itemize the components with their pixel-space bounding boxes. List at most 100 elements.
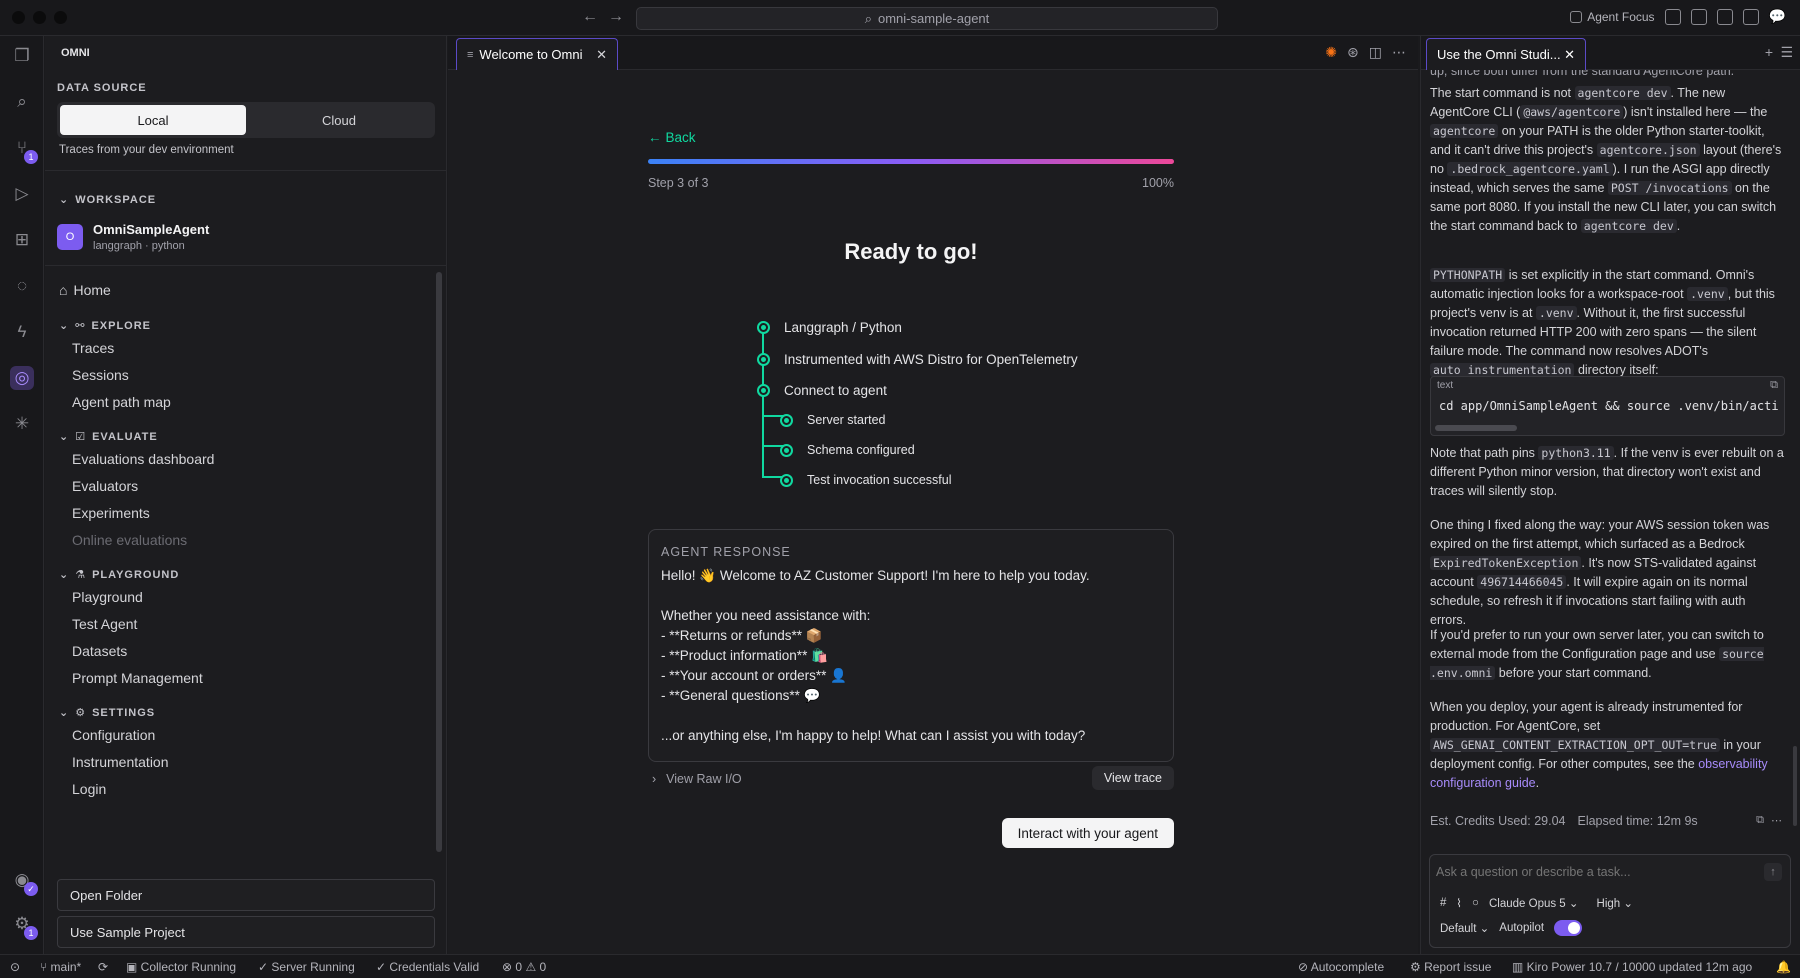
nav-evaluators[interactable]: Evaluators bbox=[72, 478, 138, 494]
sidebar-scrollbar[interactable] bbox=[436, 272, 442, 852]
bell-icon[interactable]: 🔔 bbox=[1776, 960, 1791, 974]
code-scrollbar[interactable] bbox=[1435, 425, 1517, 431]
gear-icon[interactable]: ⚙ 1 bbox=[10, 912, 38, 940]
checklist-step: Langgraph / Python bbox=[757, 320, 902, 335]
interact-agent-button[interactable]: Interact with your agent bbox=[1001, 818, 1174, 848]
nav-test-agent[interactable]: Test Agent bbox=[72, 616, 137, 632]
mode-select[interactable]: Default ⌄ bbox=[1440, 921, 1489, 935]
close-icon[interactable]: ✕ bbox=[596, 47, 607, 63]
home-icon: ⌂ bbox=[59, 282, 68, 298]
step-check-icon bbox=[757, 384, 770, 397]
back-link[interactable]: ← Back bbox=[648, 130, 696, 145]
message-paragraph: PYTHONPATH is set explicitly in the star… bbox=[1430, 268, 1775, 377]
toggle-panel-icon[interactable] bbox=[1716, 8, 1733, 25]
forward-arrow-icon[interactable]: → bbox=[608, 8, 624, 26]
sync-icon[interactable]: ⟳ bbox=[98, 960, 108, 974]
tab-welcome[interactable]: ≡ Welcome to Omni ✕ bbox=[456, 38, 618, 70]
status-bar: ⊙ ⑂ main* ⟳ ▣ Collector Running ✓ Server… bbox=[0, 954, 1800, 978]
nav-evaluations-dashboard[interactable]: Evaluations dashboard bbox=[72, 451, 214, 467]
power-usage[interactable]: ▥ Kiro Power 10.7 / 10000 updated 12m ag… bbox=[1512, 960, 1752, 974]
open-folder-button[interactable]: Open Folder bbox=[57, 879, 435, 911]
evaluate-header[interactable]: ⌄ ☑ EVALUATE bbox=[59, 430, 158, 444]
close-icon[interactable]: ✕ bbox=[1564, 47, 1575, 63]
checklist-substep: Server started bbox=[780, 413, 886, 427]
send-arrow-icon[interactable]: ↑ bbox=[1764, 863, 1782, 881]
model-select[interactable]: Claude Opus 5 ⌄ bbox=[1489, 896, 1579, 910]
nav-experiments[interactable]: Experiments bbox=[72, 505, 150, 521]
toggle-sidebar-icon[interactable] bbox=[1690, 8, 1707, 25]
copy-icon[interactable]: ⧉ bbox=[1770, 379, 1778, 392]
search-icon[interactable]: ⌕ bbox=[10, 90, 34, 114]
ghost-icon[interactable]: ◌ bbox=[10, 274, 34, 298]
extensions-icon[interactable]: ⊞ bbox=[10, 228, 34, 252]
window-close-button[interactable] bbox=[12, 11, 25, 24]
hash-icon[interactable]: # bbox=[1440, 897, 1446, 909]
view-trace-button[interactable]: View trace bbox=[1091, 766, 1174, 790]
server-status[interactable]: ✓ Server Running bbox=[258, 960, 355, 974]
more-icon[interactable]: ⋯ bbox=[1771, 814, 1782, 827]
nav-login[interactable]: Login bbox=[72, 781, 106, 797]
settings-badge: 1 bbox=[24, 926, 38, 940]
nav-datasets[interactable]: Datasets bbox=[72, 643, 127, 659]
message-paragraph: One thing I fixed along the way: your AW… bbox=[1430, 518, 1770, 627]
chat-scrollbar[interactable] bbox=[1793, 746, 1797, 826]
local-toggle-button[interactable]: Local bbox=[60, 105, 246, 135]
source-control-icon[interactable]: ⑂ 1 bbox=[10, 136, 38, 164]
back-arrow-icon[interactable]: ← bbox=[582, 8, 598, 26]
cloud-toggle-button[interactable]: Cloud bbox=[246, 105, 432, 135]
nav-playground[interactable]: Playground bbox=[72, 589, 143, 605]
split-editor-icon[interactable]: ◫ bbox=[1369, 44, 1382, 61]
omni-icon[interactable]: ◎ bbox=[10, 366, 34, 390]
workspace-header[interactable]: ⌄ WORKSPACE bbox=[59, 193, 156, 207]
more-icon[interactable]: ⋯ bbox=[1392, 44, 1406, 61]
tab-chat[interactable]: Use the Omni Studi... ✕ bbox=[1426, 38, 1586, 70]
openai-icon[interactable]: ⊛ bbox=[1347, 44, 1359, 61]
nav-online-evaluations[interactable]: Online evaluations bbox=[72, 532, 187, 548]
spark-icon[interactable]: ✳ bbox=[10, 412, 34, 436]
effort-select[interactable]: High ⌄ bbox=[1597, 896, 1634, 910]
view-raw-io-toggle[interactable]: › View Raw I/O bbox=[652, 772, 742, 786]
checklist-step: Instrumented with AWS Distro for OpenTel… bbox=[757, 352, 1078, 367]
nav-configuration[interactable]: Configuration bbox=[72, 727, 155, 743]
nav-traces[interactable]: Traces bbox=[72, 340, 114, 356]
remote-icon[interactable]: ⊙ bbox=[10, 960, 20, 974]
nav-prompt-management[interactable]: Prompt Management bbox=[72, 670, 203, 686]
report-issue-button[interactable]: ⚙ Report issue bbox=[1410, 960, 1491, 974]
toggle-secondary-sidebar-icon[interactable] bbox=[1742, 8, 1759, 25]
credentials-status[interactable]: ✓ Credentials Valid bbox=[376, 960, 479, 974]
collector-status[interactable]: ▣ Collector Running bbox=[126, 960, 236, 974]
autocomplete-status[interactable]: ⊘ Autocomplete bbox=[1298, 960, 1384, 974]
chat-bubble-icon[interactable]: 💬 bbox=[1769, 8, 1786, 25]
power-icon[interactable]: ϟ bbox=[10, 320, 34, 344]
step-check-icon bbox=[780, 473, 793, 487]
step-check-icon bbox=[780, 413, 793, 427]
copy-icon[interactable]: ⧉ bbox=[1756, 814, 1764, 827]
command-search-bar[interactable]: ⌕ omni-sample-agent bbox=[636, 7, 1218, 30]
nav-home[interactable]: ⌂ Home bbox=[59, 282, 111, 298]
run-debug-icon[interactable]: ▷ bbox=[10, 182, 34, 206]
account-icon[interactable]: ◉ ✓ bbox=[10, 868, 38, 896]
agent-focus-button[interactable]: Agent Focus bbox=[1570, 10, 1655, 24]
use-sample-project-button[interactable]: Use Sample Project bbox=[57, 916, 435, 948]
nav-instrumentation[interactable]: Instrumentation bbox=[72, 754, 169, 770]
problems-indicator[interactable]: ⊗ 0 ⚠ 0 bbox=[502, 960, 546, 974]
branch-indicator[interactable]: ⑂ main* bbox=[40, 960, 81, 974]
settings-header[interactable]: ⌄ ⚙ SETTINGS bbox=[59, 706, 155, 720]
window-minimize-button[interactable] bbox=[33, 11, 46, 24]
chevron-down-icon: ⌄ bbox=[59, 320, 70, 332]
sparkle-icon[interactable]: ✺ bbox=[1325, 44, 1337, 61]
window-maximize-button[interactable] bbox=[54, 11, 67, 24]
nav-sessions[interactable]: Sessions bbox=[72, 367, 129, 383]
workspace-name[interactable]: OmniSampleAgent bbox=[93, 222, 209, 237]
autopilot-toggle[interactable] bbox=[1554, 920, 1583, 936]
history-icon[interactable]: ☰ bbox=[1780, 44, 1793, 61]
explorer-icon[interactable]: ❐ bbox=[10, 44, 34, 68]
paperclip-icon[interactable]: ⌇ bbox=[1456, 896, 1462, 910]
new-chat-icon[interactable]: + bbox=[1765, 44, 1773, 60]
explore-header[interactable]: ⌄ ⚯ EXPLORE bbox=[59, 319, 151, 333]
chat-input[interactable] bbox=[1436, 861, 1736, 883]
nav-agent-path-map[interactable]: Agent path map bbox=[72, 394, 171, 410]
circle-icon[interactable]: ○ bbox=[1472, 897, 1479, 909]
playground-header[interactable]: ⌄ ⚗ PLAYGROUND bbox=[59, 568, 179, 582]
layout-grid-icon[interactable] bbox=[1664, 8, 1681, 25]
